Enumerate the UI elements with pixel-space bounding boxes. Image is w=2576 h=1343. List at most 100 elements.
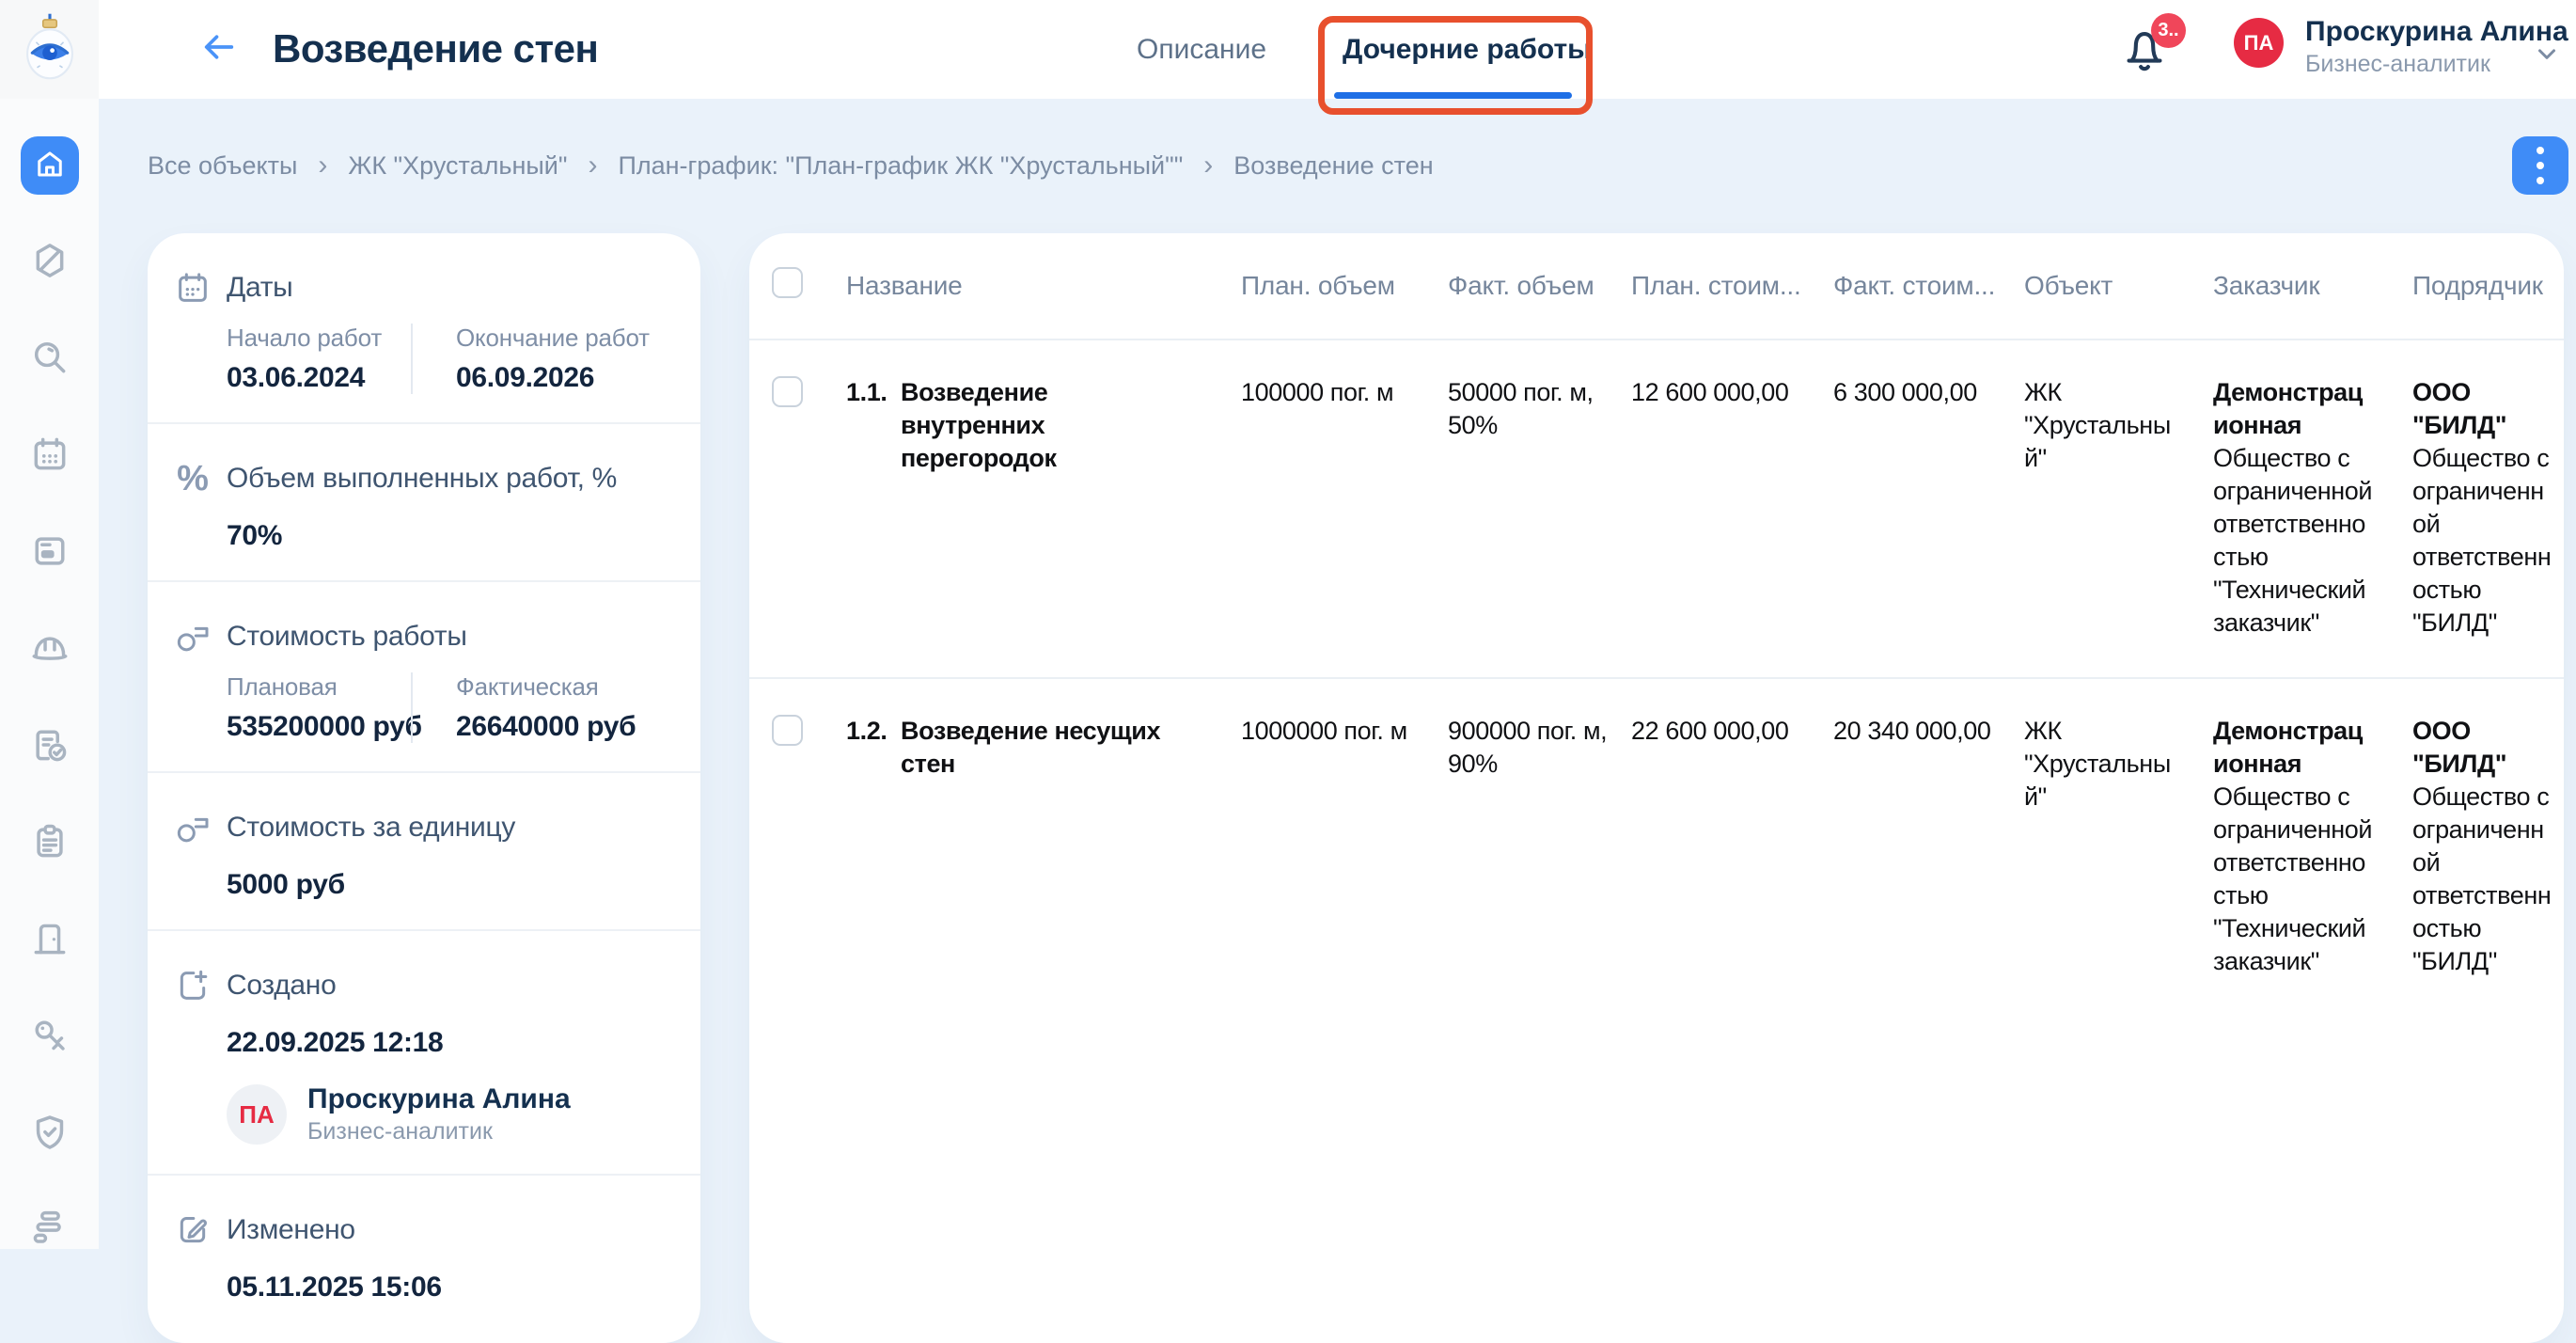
created-section: Создано 22.09.2025 12:18 ПА Проскурина А… — [148, 931, 700, 1176]
calendar-icon — [172, 267, 213, 308]
column-header-fact-volume[interactable]: Факт. объем — [1448, 271, 1631, 305]
fact-volume-cell: 900000 пог. м, 90% — [1448, 715, 1631, 978]
breadcrumb-item-schedule[interactable]: План-график: "План-график ЖК "Хрустальны… — [618, 151, 1183, 181]
sidebar-item-home[interactable] — [21, 136, 79, 195]
chevron-down-icon[interactable] — [2531, 40, 2563, 72]
breadcrumb-separator: › — [318, 150, 327, 182]
hexagon-slash-icon — [29, 240, 71, 286]
work-name-cell[interactable]: 1.2. Возведение несущих стен — [846, 715, 1241, 978]
cost-plan-value: 535200000 руб — [227, 711, 411, 743]
created-user: ПА Проскурина Алина Бизнес-аналитик — [227, 1083, 667, 1146]
sidebar-item-reports[interactable] — [21, 718, 79, 776]
column-header-object[interactable]: Объект — [2024, 271, 2213, 305]
work-end-label: Окончание работ — [456, 324, 650, 353]
breadcrumb-item-all-objects[interactable]: Все объекты — [148, 151, 297, 181]
sidebar-item-construction[interactable] — [21, 621, 79, 679]
percent-icon: % — [172, 458, 213, 499]
fact-cost-cell: 20 340 000,00 — [1833, 715, 2024, 978]
key-icon — [29, 1015, 71, 1061]
fact-cost-cell: 6 300 000,00 — [1833, 376, 2024, 640]
select-all-checkbox[interactable] — [772, 267, 803, 298]
notifications-button[interactable]: 3.. — [2117, 21, 2183, 87]
search-icon — [29, 337, 71, 383]
row-checkbox[interactable] — [772, 376, 803, 407]
shield-check-icon — [29, 1112, 71, 1158]
dates-label: Даты — [227, 272, 292, 304]
breadcrumb-item-current: Возведение стен — [1233, 151, 1433, 181]
modified-label: Изменено — [227, 1214, 355, 1246]
modified-datetime: 05.11.2025 15:06 — [227, 1272, 667, 1304]
user-menu[interactable]: Проскурина Алина Бизнес-аналитик — [2305, 16, 2568, 78]
created-label: Создано — [227, 970, 336, 1002]
sidebar-item-access[interactable] — [21, 1008, 79, 1066]
breadcrumb-separator: › — [1203, 150, 1213, 182]
breadcrumb: Все объекты › ЖК "Хрустальный" › План-гр… — [148, 141, 1434, 190]
tab-child-works[interactable]: Дочерние работы — [1343, 34, 1592, 66]
cost-icon — [172, 616, 213, 657]
helmet-icon — [29, 627, 71, 673]
sidebar-item-gantt[interactable] — [21, 1202, 79, 1260]
column-header-name[interactable]: Название — [846, 271, 1241, 305]
plan-cost-cell: 12 600 000,00 — [1631, 376, 1833, 640]
object-cell: ЖК "Хрустальный" — [2024, 715, 2213, 978]
column-header-customer[interactable]: Заказчик — [2213, 271, 2412, 305]
sidebar-item-calendar[interactable] — [21, 427, 79, 485]
plan-volume-cell: 1000000 пог. м — [1241, 715, 1448, 978]
progress-label: Объем выполненных работ, % — [227, 463, 617, 495]
plan-cost-cell: 22 600 000,00 — [1631, 715, 1833, 978]
cost-section: Стоимость работы Плановая 535200000 руб … — [148, 582, 700, 773]
column-header-contractor[interactable]: Подрядчик — [2412, 271, 2564, 305]
sidebar-item-card[interactable] — [21, 524, 79, 582]
row-checkbox[interactable] — [772, 715, 803, 746]
tab-description[interactable]: Описание — [1137, 34, 1266, 66]
work-name-cell[interactable]: 1.1. Возведение внутренних перегородок — [846, 376, 1241, 640]
column-header-plan-volume[interactable]: План. объем — [1241, 271, 1448, 305]
kebab-menu-icon — [2537, 147, 2544, 184]
contractor-cell: ООО "БИЛД" Общество с ограниченной ответ… — [2412, 376, 2564, 640]
sidebar-item-security[interactable] — [21, 1105, 79, 1163]
unit-cost-section: Стоимость за единицу 5000 руб — [148, 773, 700, 931]
breadcrumb-item-project[interactable]: ЖК "Хрустальный" — [348, 151, 567, 181]
progress-section: % Объем выполненных работ, % 70% — [148, 424, 700, 582]
eye-bauble-logo-icon — [24, 13, 75, 86]
more-actions-button[interactable] — [2512, 136, 2568, 195]
plan-volume-cell: 100000 пог. м — [1241, 376, 1448, 640]
table-header-row: Название План. объем Факт. объем План. с… — [749, 233, 2564, 340]
column-header-fact-cost[interactable]: Факт. стоим... — [1833, 271, 2024, 305]
object-cell: ЖК "Хрустальный" — [2024, 376, 2213, 640]
active-tab-underline — [1334, 92, 1572, 99]
back-button[interactable] — [193, 24, 245, 73]
notifications-badge: 3.. — [2151, 13, 2186, 48]
sidebar-item-rooms[interactable] — [21, 911, 79, 970]
avatar: ПА — [227, 1084, 287, 1145]
sidebar-item-tasks[interactable] — [21, 814, 79, 873]
dates-section: Даты Начало работ 03.06.2024 Окончание р… — [148, 233, 700, 424]
door-icon — [29, 918, 71, 964]
cost-plan-label: Плановая — [227, 672, 411, 702]
sidebar — [0, 99, 99, 1249]
document-check-icon — [29, 724, 71, 770]
details-panel: Даты Начало работ 03.06.2024 Окончание р… — [148, 233, 700, 1343]
table-row: 1.1. Возведение внутренних перегородок 1… — [749, 340, 2564, 679]
work-start-value: 03.06.2024 — [227, 362, 411, 394]
unit-cost-value: 5000 руб — [227, 869, 667, 901]
user-role: Бизнес-аналитик — [2305, 50, 2568, 78]
table-row: 1.2. Возведение несущих стен 1000000 пог… — [749, 679, 2564, 1016]
customer-cell: Демонстрационная Общество с ограниченной… — [2213, 715, 2412, 978]
sidebar-item-search[interactable] — [21, 330, 79, 388]
work-start-label: Начало работ — [227, 324, 411, 353]
progress-value: 70% — [227, 520, 667, 552]
divider — [411, 324, 413, 394]
arrow-left-icon — [197, 28, 241, 71]
user-name: Проскурина Алина — [2305, 16, 2568, 48]
cost-label: Стоимость работы — [227, 621, 467, 653]
unit-cost-label: Стоимость за единицу — [227, 812, 515, 844]
column-header-plan-cost[interactable]: План. стоим... — [1631, 271, 1833, 305]
user-avatar[interactable]: ПА — [2234, 18, 2284, 68]
child-works-table: Название План. объем Факт. объем План. с… — [749, 233, 2564, 1343]
sidebar-item-restricted[interactable] — [21, 233, 79, 292]
card-icon — [29, 530, 71, 577]
cost-fact-value: 26640000 руб — [456, 711, 636, 743]
app-logo[interactable] — [0, 0, 99, 99]
created-user-role: Бизнес-аналитик — [307, 1117, 571, 1146]
